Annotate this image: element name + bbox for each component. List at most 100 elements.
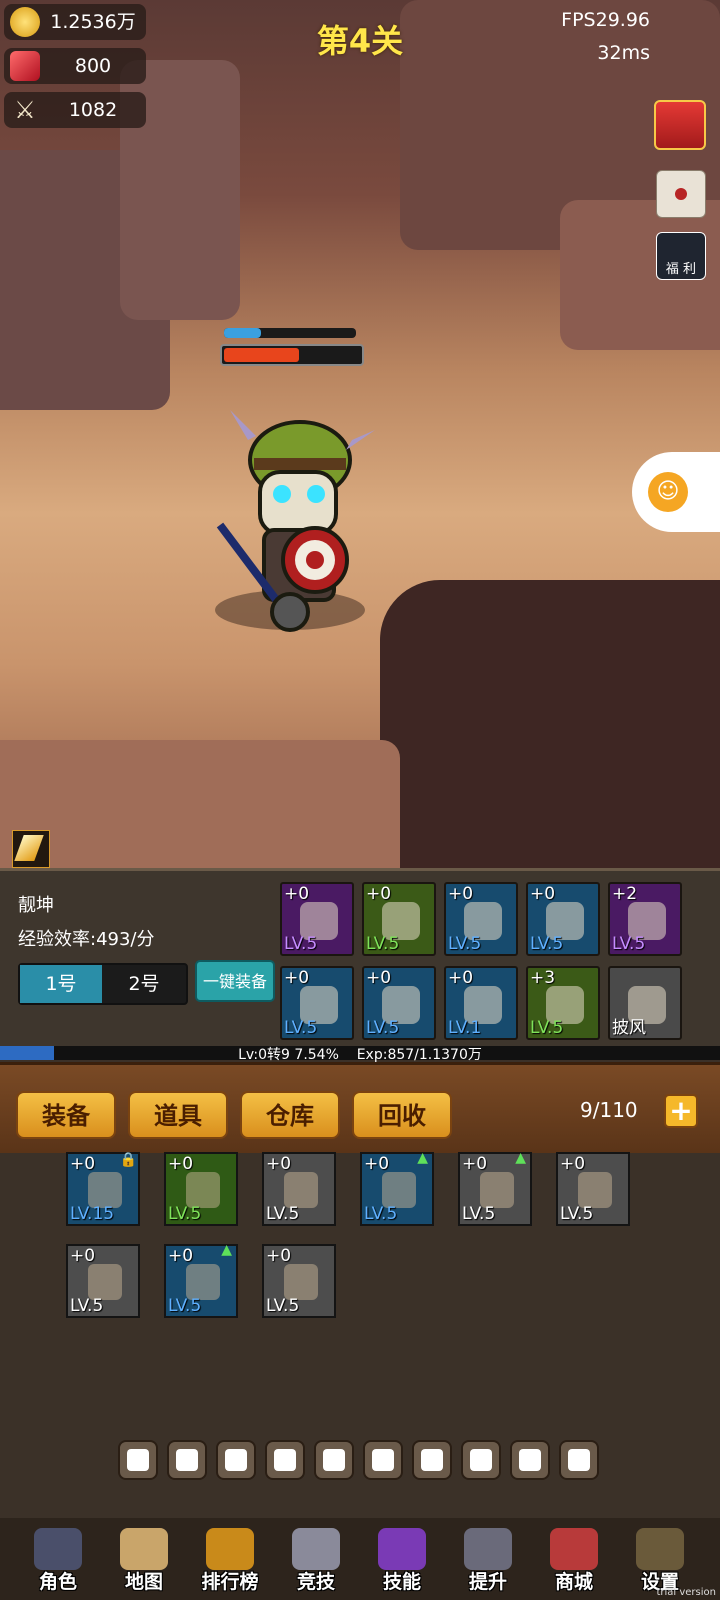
fps-value: FPS29.96 [561, 9, 650, 31]
nav-character[interactable]: 角色 [18, 1528, 98, 1600]
item-level: 披风 [612, 1018, 646, 1038]
enhance-level: +0 [266, 1246, 292, 1266]
level-progress-bar: Lv:0转9 7.54% Exp:857/1.1370万 [0, 1046, 720, 1063]
equip-slot-cape[interactable]: 披风 [608, 966, 682, 1040]
nav-map[interactable]: 地图 [104, 1528, 184, 1600]
nav-leaderboard[interactable]: 排行榜 [190, 1528, 270, 1600]
mail-icon[interactable] [656, 170, 706, 218]
enhance-level: +3 [530, 968, 556, 988]
level-text: Lv:0转9 7.54% [238, 1047, 339, 1063]
person-icon: ☺ [648, 472, 688, 512]
power-value: 1082 [68, 99, 118, 121]
nav-label: 商城 [554, 1571, 593, 1593]
upgrade-icon [464, 1528, 512, 1570]
preset-toggle: 1号 2号 [18, 963, 188, 1005]
enhance-level: +0 [366, 968, 392, 988]
skill-slash-icon[interactable] [12, 830, 50, 868]
enhance-level: +0 [462, 1154, 488, 1174]
rock-foreground [380, 580, 720, 885]
enemy-mana-fill [224, 328, 261, 338]
equip-slot-shoulder[interactable]: +0 LV.5 [526, 882, 600, 956]
nav-skills[interactable]: 技能 [362, 1528, 442, 1600]
equip-slot-boots[interactable]: +0 LV.1 [444, 966, 518, 1040]
equip-slot-belt[interactable]: +0 LV.5 [444, 882, 518, 956]
nav-arena[interactable]: 竞技 [276, 1528, 356, 1600]
enhance-level: +0 [560, 1154, 586, 1174]
upgrade-arrow-icon: ▲ [221, 1242, 232, 1258]
nav-label: 角色 [38, 1571, 77, 1593]
power-counter: ⚔ 1082 [4, 92, 146, 128]
nav-label: 地图 [124, 1571, 163, 1593]
belt-filter-icon[interactable] [216, 1440, 256, 1480]
boots-filter-icon[interactable] [461, 1440, 501, 1480]
equip-slot-helmet[interactable]: +0 LV.5 [280, 882, 354, 956]
inventory-item[interactable]: +0 LV.15 🔒 [66, 1152, 140, 1226]
equip-slot-weapon[interactable]: +2 LV.5 [608, 882, 682, 956]
enhance-level: +0 [284, 884, 310, 904]
battle-scene: 1.2536万 800 ⚔ 1082 第4关 FPS29.96 32ms 福 利… [0, 0, 720, 885]
item-level: LV.15 [70, 1204, 115, 1224]
item-icon [186, 1172, 220, 1208]
lock-icon: 🔒 [119, 1152, 137, 1168]
trial-watermark: trial version [656, 1587, 716, 1598]
accessibility-float-button[interactable]: ☺ [632, 452, 720, 532]
weapon-filter-icon[interactable] [314, 1440, 354, 1480]
inventory-item[interactable]: +0 LV.5 [262, 1152, 336, 1226]
expand-capacity-button[interactable]: + [664, 1094, 698, 1128]
inventory-item[interactable]: +0 LV.5 [556, 1152, 630, 1226]
inventory-item[interactable]: +0 LV.5 ▲ [164, 1242, 238, 1318]
enemy-mana-bar [224, 328, 356, 338]
equip-slot-armor[interactable]: +0 LV.5 [362, 966, 436, 1040]
gift-icon[interactable] [654, 100, 706, 150]
helmet-filter-icon[interactable] [118, 1440, 158, 1480]
ring-filter-icon[interactable] [167, 1440, 207, 1480]
nav-label: 技能 [382, 1571, 421, 1593]
inventory-capacity: 9/110 [580, 1098, 638, 1122]
nav-label: 竞技 [296, 1571, 335, 1593]
upgrade-arrow-icon: ▲ [417, 1150, 428, 1166]
cape-filter-icon[interactable] [559, 1440, 599, 1480]
item-icon [284, 1172, 318, 1208]
tab-equipment[interactable]: 装备 [16, 1091, 116, 1139]
item-icon [88, 1264, 122, 1300]
leaderboard-icon [206, 1528, 254, 1570]
character-name: 靓坤 [18, 895, 54, 916]
map-icon [120, 1528, 168, 1570]
item-level: LV.5 [266, 1296, 300, 1316]
preset-1-button[interactable]: 1号 [20, 965, 102, 1003]
item-icon [480, 1172, 514, 1208]
equip-slot-gloves[interactable]: +3 LV.5 [526, 966, 600, 1040]
gloves-filter-icon[interactable] [510, 1440, 550, 1480]
equip-slot-ring[interactable]: +0 LV.5 [362, 882, 436, 956]
tab-recycle[interactable]: 回收 [352, 1091, 452, 1139]
inventory-item[interactable]: +0 LV.5 ▲ [458, 1150, 532, 1226]
enhance-level: +0 [266, 1154, 292, 1174]
tab-warehouse[interactable]: 仓库 [240, 1091, 340, 1139]
item-level: LV.5 [366, 934, 400, 954]
preset-2-button[interactable]: 2号 [102, 965, 186, 1003]
inventory-item[interactable]: +0 LV.5 ▲ [360, 1150, 434, 1226]
inventory-item[interactable]: +0 LV.5 [66, 1244, 140, 1318]
settings-icon [636, 1528, 684, 1570]
arena-icon [292, 1528, 340, 1570]
equip-all-button[interactable]: 一键装备 [195, 960, 275, 1002]
latency-value: 32ms [597, 42, 650, 64]
enhance-level: +0 [366, 884, 392, 904]
welfare-clapper-icon[interactable]: 福 利 [656, 232, 706, 280]
nav-shop[interactable]: 商城 [534, 1528, 614, 1600]
enhance-level: +0 [284, 968, 310, 988]
item-level: LV.5 [448, 934, 482, 954]
shoulder-filter-icon[interactable] [265, 1440, 305, 1480]
character-icon [34, 1528, 82, 1570]
armor-filter-icon[interactable] [412, 1440, 452, 1480]
equip-slot-shield[interactable]: +0 LV.5 [280, 966, 354, 1040]
inventory-item[interactable]: +0 LV.5 [262, 1244, 336, 1318]
item-level: LV.1 [448, 1018, 482, 1038]
nav-upgrade[interactable]: 提升 [448, 1528, 528, 1600]
tab-items[interactable]: 道具 [128, 1091, 228, 1139]
exp-rate: 经验效率:493/分 [18, 929, 155, 950]
shield-filter-icon[interactable] [363, 1440, 403, 1480]
inventory-item[interactable]: +0 LV.5 [164, 1152, 238, 1226]
skeleton-warrior-enemy[interactable] [200, 400, 400, 660]
enhance-level: +0 [448, 884, 474, 904]
